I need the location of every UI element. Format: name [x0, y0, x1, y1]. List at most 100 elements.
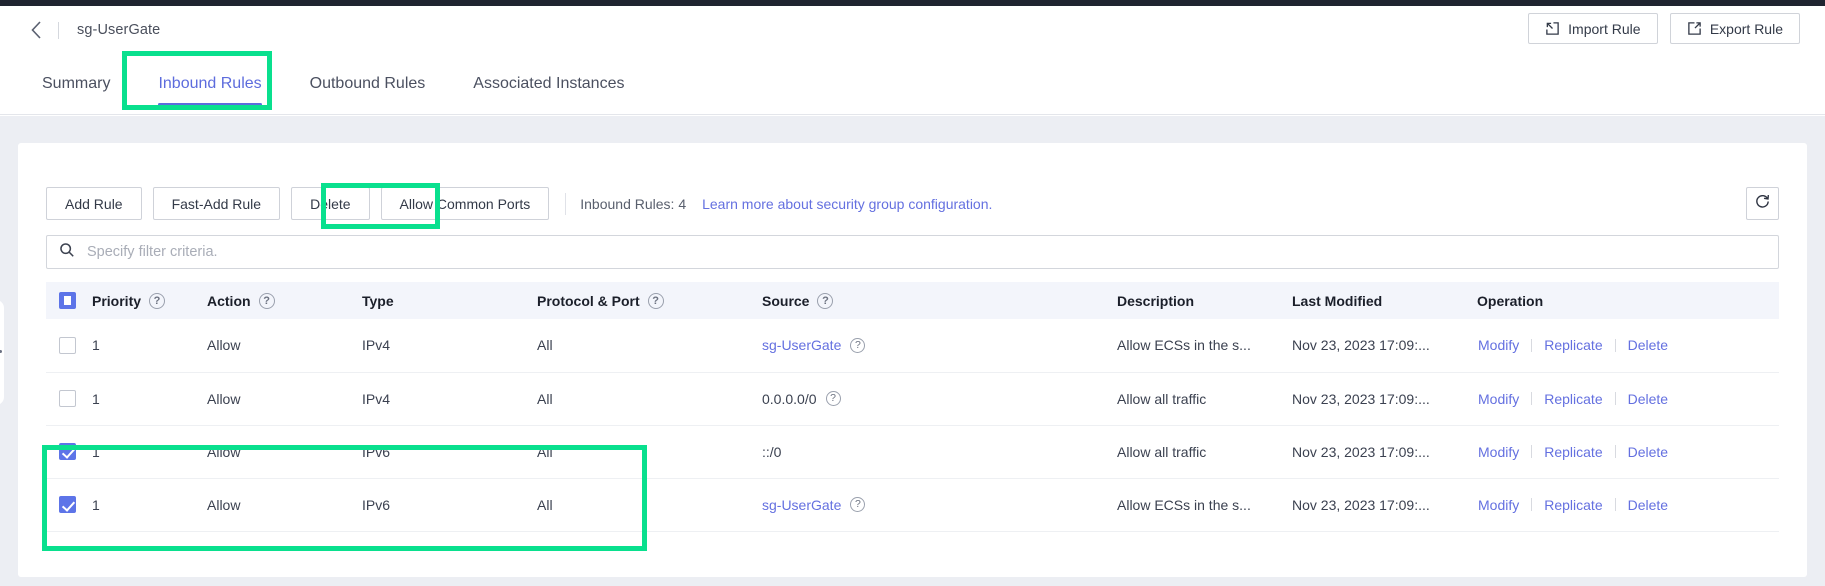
row-select-cell — [46, 319, 92, 372]
import-rule-label: Import Rule — [1568, 20, 1641, 37]
add-rule-button[interactable]: Add Rule — [46, 187, 142, 220]
export-icon — [1687, 21, 1702, 36]
modify-link[interactable]: Modify — [1477, 337, 1520, 353]
refresh-button[interactable] — [1746, 187, 1779, 220]
cell-type: IPv4 — [362, 337, 391, 354]
th-priority-label: Priority — [92, 292, 142, 309]
table-row[interactable]: 1 Allow IPv6 All ::/0 Allow all traffic … — [46, 425, 1779, 478]
delete-link[interactable]: Delete — [1627, 444, 1669, 460]
priority-help-icon[interactable]: ? — [149, 292, 166, 309]
export-rule-button[interactable]: Export Rule — [1669, 13, 1800, 44]
cell-operation: Modify Replicate Delete — [1477, 425, 1779, 478]
select-all-checkbox[interactable] — [59, 292, 76, 309]
source-link[interactable]: sg-UserGate — [762, 337, 841, 353]
table-row[interactable]: 1 Allow IPv4 All sg-UserGate ? Allow ECS… — [46, 319, 1779, 372]
tab-summary[interactable]: Summary — [18, 58, 134, 110]
cell-description: Allow ECSs in the s... — [1117, 496, 1251, 513]
delete-link[interactable]: Delete — [1627, 497, 1669, 513]
row-select-cell — [46, 372, 92, 425]
delete-link[interactable]: Delete — [1627, 391, 1669, 407]
source-row-help-icon[interactable]: ? — [850, 497, 866, 512]
cell-type: IPv4 — [362, 390, 391, 407]
replicate-link[interactable]: Replicate — [1543, 337, 1603, 353]
fast-add-rule-button[interactable]: Fast-Add Rule — [152, 187, 281, 220]
tab-summary-label: Summary — [42, 75, 111, 92]
cell-source: ::/0 — [762, 425, 1117, 478]
rules-card: Add Rule Fast-Add Rule Delete Allow Comm… — [18, 143, 1807, 577]
cell-action: Allow — [207, 337, 241, 354]
add-rule-label: Add Rule — [65, 195, 123, 212]
op-divider — [1614, 338, 1616, 352]
row-checkbox[interactable] — [59, 496, 76, 513]
search-icon — [59, 242, 75, 263]
delete-link[interactable]: Delete — [1627, 337, 1669, 353]
chevron-left-icon[interactable] — [24, 18, 48, 42]
allow-common-ports-label: Allow Common Ports — [399, 195, 531, 212]
cell-protocol-port: All — [537, 496, 553, 513]
delete-label: Delete — [310, 195, 351, 212]
th-last-modified-label: Last Modified — [1292, 292, 1383, 309]
op-divider — [1531, 338, 1533, 352]
th-description: Description — [1117, 282, 1292, 319]
th-type-label: Type — [362, 292, 394, 309]
source-link[interactable]: sg-UserGate — [762, 497, 841, 513]
table-row[interactable]: 1 Allow IPv4 All 0.0.0.0/0 ? Allow all t… — [46, 372, 1779, 425]
modify-link[interactable]: Modify — [1477, 391, 1520, 407]
cell-description: Allow all traffic — [1117, 390, 1207, 407]
source-help-icon[interactable]: ? — [817, 292, 834, 309]
tab-inbound-rules[interactable]: Inbound Rules — [134, 58, 285, 110]
tab-outbound-rules-label: Outbound Rules — [309, 75, 426, 92]
header-actions: Import Rule Export Rule — [1527, 13, 1800, 44]
protocol-port-help-icon[interactable]: ? — [647, 292, 664, 309]
source-row-help-icon[interactable]: ? — [825, 391, 841, 406]
row-checkbox[interactable] — [59, 336, 76, 354]
modify-link[interactable]: Modify — [1477, 497, 1520, 513]
modify-link[interactable]: Modify — [1477, 444, 1520, 460]
search-input[interactable] — [87, 244, 1766, 260]
source-value: 0.0.0.0/0 — [762, 390, 817, 407]
sidebar-collapse-handle[interactable] — [0, 300, 4, 405]
learn-more-link[interactable]: Learn more about security group configur… — [702, 196, 992, 212]
th-protocol-port: Protocol & Port ? — [537, 282, 762, 319]
th-type: Type — [362, 282, 537, 319]
filter-search-bar[interactable] — [46, 235, 1779, 269]
cell-protocol-port: All — [537, 443, 553, 460]
th-priority: Priority ? — [92, 282, 207, 319]
table-row[interactable]: 1 Allow IPv6 All sg-UserGate ? Allow ECS… — [46, 478, 1779, 531]
cell-priority: 1 — [92, 496, 100, 513]
th-protocol-port-label: Protocol & Port — [537, 292, 640, 309]
table-body: 1 Allow IPv4 All sg-UserGate ? Allow ECS… — [46, 319, 1779, 531]
th-source-label: Source — [762, 292, 810, 309]
tab-outbound-rules[interactable]: Outbound Rules — [286, 58, 450, 110]
cell-priority: 1 — [92, 390, 100, 407]
op-divider — [1531, 498, 1533, 511]
breadcrumb-divider — [58, 21, 59, 39]
replicate-link[interactable]: Replicate — [1543, 444, 1603, 460]
import-rule-button[interactable]: Import Rule — [1527, 13, 1658, 44]
row-checkbox[interactable] — [59, 443, 76, 460]
th-operation-label: Operation — [1477, 292, 1544, 309]
tab-associated-instances[interactable]: Associated Instances — [449, 58, 648, 110]
op-divider — [1531, 392, 1533, 405]
refresh-icon — [1754, 193, 1771, 215]
th-source: Source ? — [762, 282, 1117, 319]
replicate-link[interactable]: Replicate — [1543, 497, 1603, 513]
row-checkbox[interactable] — [59, 390, 76, 407]
cell-last-modified: Nov 23, 2023 17:09:... — [1292, 443, 1430, 460]
cell-operation: Modify Replicate Delete — [1477, 478, 1779, 531]
source-row-help-icon[interactable]: ? — [850, 337, 866, 353]
rules-toolbar: Add Rule Fast-Add Rule Delete Allow Comm… — [46, 187, 992, 220]
fast-add-rule-label: Fast-Add Rule — [171, 195, 262, 212]
row-select-cell — [46, 425, 92, 478]
cell-last-modified: Nov 23, 2023 17:09:... — [1292, 390, 1430, 407]
cell-last-modified: Nov 23, 2023 17:09:... — [1292, 496, 1430, 513]
toolbar-divider — [565, 192, 567, 215]
allow-common-ports-button[interactable]: Allow Common Ports — [380, 187, 550, 220]
replicate-link[interactable]: Replicate — [1543, 391, 1603, 407]
delete-button[interactable]: Delete — [291, 187, 370, 220]
cell-source: sg-UserGate ? — [762, 319, 1117, 372]
inbound-rules-table: Priority ? Action ? Type Protocol & Port… — [46, 282, 1779, 532]
th-operation: Operation — [1477, 282, 1779, 319]
action-help-icon[interactable]: ? — [258, 292, 275, 309]
tab-associated-instances-label: Associated Instances — [473, 75, 625, 92]
